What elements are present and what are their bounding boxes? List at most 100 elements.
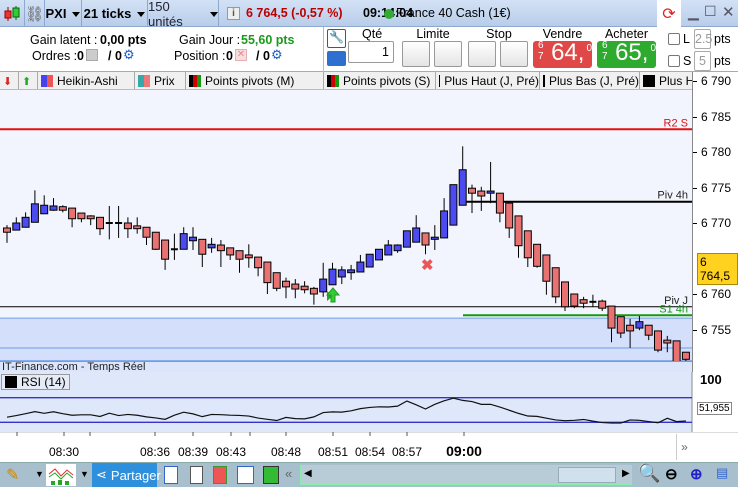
- scroll-left-icon[interactable]: ◀: [304, 468, 312, 479]
- ticks-dropdown[interactable]: 21 ticks: [82, 0, 148, 27]
- legend-item[interactable]: Plus Bas (J, Pré): [540, 72, 640, 89]
- candle-body: [347, 269, 356, 274]
- s-points-input[interactable]: 5: [694, 51, 711, 71]
- price-tick: [693, 152, 697, 153]
- candle-body: [151, 231, 160, 250]
- comment-icon[interactable]: [164, 466, 178, 484]
- time-tick-label: 08:48: [271, 445, 301, 459]
- units-dropdown[interactable]: 150 unités: [148, 0, 219, 29]
- scroll-start-button[interactable]: «: [285, 466, 292, 481]
- scroll-right-icon[interactable]: ▶: [622, 468, 630, 479]
- candle: [449, 184, 458, 226]
- ordres-value: 0: [77, 49, 84, 63]
- zoom-fit-icon[interactable]: 🔍: [638, 463, 660, 484]
- share-button[interactable]: ⋖ Partager: [92, 463, 161, 487]
- rsi-label: RSI (14): [21, 375, 66, 389]
- chart-settings-icon[interactable]: [263, 466, 279, 484]
- candle: [402, 230, 411, 248]
- rsi-chart[interactable]: [0, 372, 738, 432]
- gain-jour-value: 55,60 pts: [241, 33, 295, 47]
- drawing-tools-icon[interactable]: ✎: [6, 465, 19, 485]
- l-unit: pts: [714, 32, 731, 46]
- legend-label: Prix: [154, 74, 175, 88]
- price-axis[interactable]: 6 790 6 785 6 780 6 775 6 770 6 760 6 755 6 764…: [692, 72, 738, 372]
- refresh-icon[interactable]: ⟳: [657, 0, 681, 27]
- panel-layout-icon[interactable]: ▤: [716, 465, 728, 481]
- legend-item[interactable]: Plus Haut (J, Pré): [436, 72, 540, 89]
- buy-button[interactable]: 6 7 65, 0: [597, 39, 656, 68]
- sell-button[interactable]: 6 7 64, 0: [533, 39, 592, 68]
- zoom-out-icon[interactable]: ⊖: [665, 465, 678, 483]
- candle-body: [337, 269, 346, 278]
- candle-body: [244, 254, 253, 259]
- limit-buy-button[interactable]: [402, 41, 430, 67]
- l-points-input[interactable]: 2.5: [694, 29, 712, 49]
- legend-item[interactable]: Heikin-Ashi: [38, 72, 135, 89]
- price-tick-label: 6 770: [701, 216, 732, 230]
- chevron-down-icon[interactable]: ▼: [35, 469, 44, 479]
- minimize-icon[interactable]: ▁: [688, 4, 699, 21]
- expand-up-button[interactable]: ⬆: [19, 72, 38, 89]
- close-position-icon[interactable]: ✕: [235, 49, 247, 61]
- rsi-legend[interactable]: RSI (14): [1, 374, 70, 390]
- candle-body: [570, 293, 579, 307]
- s-label: S: [683, 54, 692, 68]
- cancel-orders-icon[interactable]: [86, 49, 98, 61]
- scrollbar-thumb[interactable]: [558, 467, 616, 483]
- candle-body: [375, 248, 383, 261]
- bottom-toolbar: ✎ ▼ ▼ ⋖ Partager « ◀ ▶ 🔍 ⊖ ⊕ ▤: [0, 462, 738, 487]
- legend-label: Plus Haut (J, Pré): [444, 74, 539, 88]
- info-icon[interactable]: i: [227, 7, 240, 20]
- indicators-icon[interactable]: [46, 464, 76, 486]
- candle-body: [12, 222, 21, 231]
- candle-body: [161, 239, 170, 260]
- candle-body: [384, 244, 393, 256]
- gears-icon[interactable]: ⚙: [123, 47, 135, 63]
- candle-body: [77, 212, 86, 220]
- candle-body: [616, 316, 625, 334]
- time-tick-label: 08:43: [216, 445, 246, 459]
- gears-icon[interactable]: ⚙: [271, 47, 283, 63]
- wrench-icon[interactable]: 🔧: [327, 29, 346, 48]
- l-checkbox[interactable]: [668, 33, 680, 45]
- link-button[interactable]: ⛓: [25, 0, 45, 27]
- candle-body: [49, 205, 58, 211]
- candle-body: [216, 244, 225, 252]
- candle-body: [635, 321, 644, 329]
- symbol-dropdown[interactable]: PXI: [45, 0, 82, 27]
- candle-body: [86, 215, 95, 220]
- ordres-label: Ordres :: [32, 49, 78, 63]
- scroll-end-button[interactable]: »: [676, 434, 692, 460]
- rsi-background: [0, 372, 692, 432]
- maximize-icon[interactable]: ☐: [704, 3, 717, 20]
- limit-sell-button[interactable]: [434, 41, 462, 67]
- zoom-in-icon[interactable]: ⊕: [690, 465, 703, 483]
- data-source-label: IT-Finance.com - Temps Réel: [0, 361, 692, 373]
- candle-body: [365, 253, 374, 268]
- instrument-name: France 40 Cash (1€): [396, 6, 511, 20]
- legend-item[interactable]: Points pivots (S): [324, 72, 436, 89]
- price-chart[interactable]: R2 SPiv 4hPiv JS1 4h✖: [0, 72, 692, 372]
- close-icon[interactable]: ✕: [722, 3, 735, 21]
- chart-type-button[interactable]: [0, 0, 25, 27]
- keyboard-icon[interactable]: [327, 51, 346, 66]
- stop-buy-button[interactable]: [468, 41, 496, 67]
- candle-body: [644, 324, 653, 336]
- legend-item[interactable]: Plus Haut (S, Pré): [640, 72, 692, 89]
- multi-chart-icon[interactable]: [237, 466, 254, 484]
- collapse-down-button[interactable]: ⬇: [0, 72, 19, 89]
- legend-item[interactable]: Points pivots (M): [186, 72, 324, 89]
- candle-body: [495, 192, 504, 214]
- stop-sell-button[interactable]: [500, 41, 528, 67]
- candle-body: [30, 203, 39, 223]
- chevron-down-icon[interactable]: ▼: [80, 469, 89, 479]
- sell-decimal: 0: [586, 43, 592, 54]
- s-checkbox[interactable]: [668, 55, 680, 67]
- order-book-icon[interactable]: [213, 466, 227, 484]
- report-icon[interactable]: [190, 466, 203, 484]
- horizontal-scrollbar[interactable]: ◀ ▶: [300, 465, 632, 485]
- legend-item[interactable]: Prix: [135, 72, 186, 89]
- time-axis[interactable]: 08:30 08:36 08:39 08:43 08:48 08:51 08:54 08:57…: [0, 432, 738, 462]
- ordres-total: / 0: [108, 49, 122, 63]
- qty-input[interactable]: 1: [348, 41, 394, 63]
